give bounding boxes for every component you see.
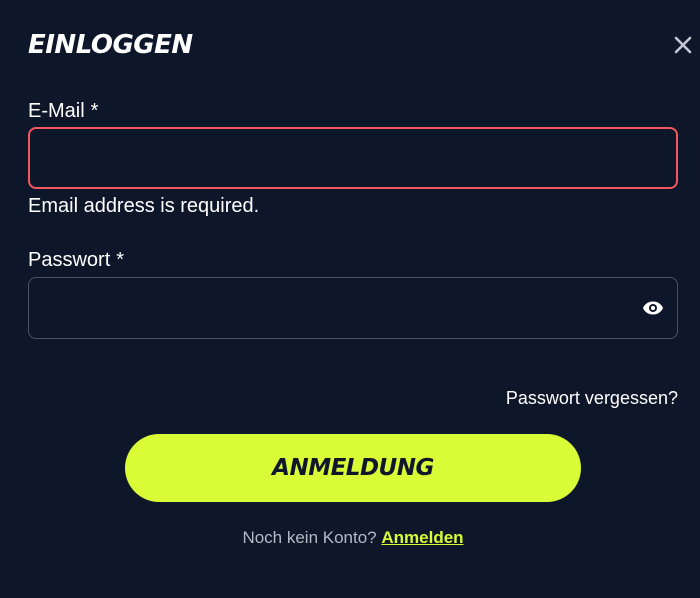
login-submit-button[interactable]: ANMELDUNG [125,434,581,502]
login-modal: EINLOGGEN E-Mail * Email address is requi… [0,0,700,598]
forgot-password-link[interactable]: Passwort vergessen? [506,386,678,410]
close-button[interactable] [670,32,696,58]
password-label: Passwort * [28,248,124,272]
password-required-marker: * [116,249,125,271]
email-required-marker: * [90,100,99,122]
password-input[interactable] [29,278,677,338]
eye-icon [643,301,663,315]
password-label-text: Passwort [28,249,111,271]
signup-prompt-text: Noch kein Konto? [242,528,377,547]
signup-prompt: Noch kein Konto? Anmelden [0,527,700,549]
email-label-text: E-Mail [28,100,85,122]
signup-link[interactable]: Anmelden [381,528,463,547]
show-password-toggle[interactable] [641,296,665,320]
email-label: E-Mail * [28,99,98,123]
modal-title: EINLOGGEN [28,30,193,60]
email-input[interactable] [30,129,676,187]
email-field[interactable] [28,127,678,189]
close-icon [674,36,692,54]
password-field[interactable] [28,277,678,339]
email-error-message: Email address is required. [28,195,260,217]
